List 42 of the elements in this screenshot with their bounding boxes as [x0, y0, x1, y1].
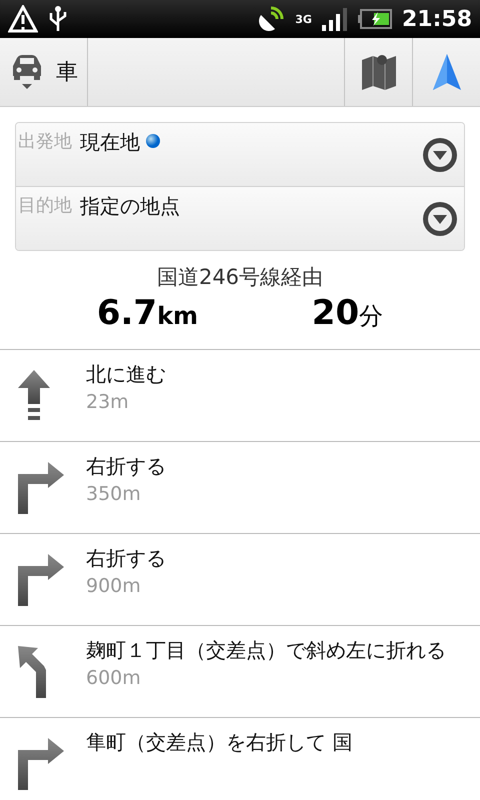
right-turn-arrow-icon	[18, 554, 64, 606]
network-type: 3G	[295, 14, 312, 24]
total-duration: 20分	[312, 293, 384, 335]
step-instruction: 北に進む	[86, 362, 167, 387]
warning-icon	[8, 5, 38, 33]
route-field[interactable]: 出発地 現在地	[16, 123, 464, 186]
field-label: 目的地	[18, 194, 72, 217]
step-instruction: 隼町（交差点）を右折して 国	[86, 730, 354, 755]
dropdown-icon	[422, 201, 458, 237]
usb-icon	[48, 5, 68, 33]
clock-time: 21:58	[402, 6, 472, 32]
step-instruction: 右折する	[86, 546, 167, 571]
route-via: 国道246号線経由	[156, 264, 324, 291]
straight-arrow-icon	[18, 370, 50, 422]
field-value: 指定の地点	[80, 193, 180, 220]
step-distance: 600m	[86, 667, 142, 689]
total-distance: 6.7km	[96, 293, 198, 335]
battery-icon	[358, 9, 392, 29]
signal-icon	[322, 7, 348, 31]
direction-step[interactable]: 麹町１丁目（交差点）で斜め左に折れる 600m	[0, 626, 480, 718]
dropdown-icon	[422, 137, 458, 173]
step-distance: 23m	[86, 391, 130, 413]
navigation-arrow-icon	[432, 54, 460, 90]
direction-step[interactable]: 右折する 900m	[0, 534, 480, 626]
direction-step[interactable]: 右折する 350m	[0, 442, 480, 534]
step-distance: 900m	[86, 575, 142, 597]
travel-mode-button[interactable]: 車	[0, 38, 88, 106]
right-turn-arrow-icon	[18, 462, 64, 514]
field-label: 出発地	[18, 130, 72, 153]
step-instruction: 右折する	[86, 454, 167, 479]
direction-step[interactable]: 北に進む 23m	[0, 350, 480, 442]
direction-step[interactable]: 隼町（交差点）を右折して 国	[0, 718, 480, 800]
dropdown-button[interactable]	[422, 137, 458, 173]
dropdown-button[interactable]	[422, 201, 458, 237]
field-value: 現在地	[80, 129, 140, 156]
route-field[interactable]: 目的地 指定の地点	[16, 186, 464, 250]
car-icon	[12, 54, 42, 90]
step-distance: 350m	[86, 483, 142, 505]
right-turn-arrow-icon	[18, 738, 64, 790]
satellite-icon	[257, 5, 286, 33]
map-icon	[360, 54, 396, 90]
step-instruction: 麹町１丁目（交差点）で斜め左に折れる	[86, 638, 447, 663]
